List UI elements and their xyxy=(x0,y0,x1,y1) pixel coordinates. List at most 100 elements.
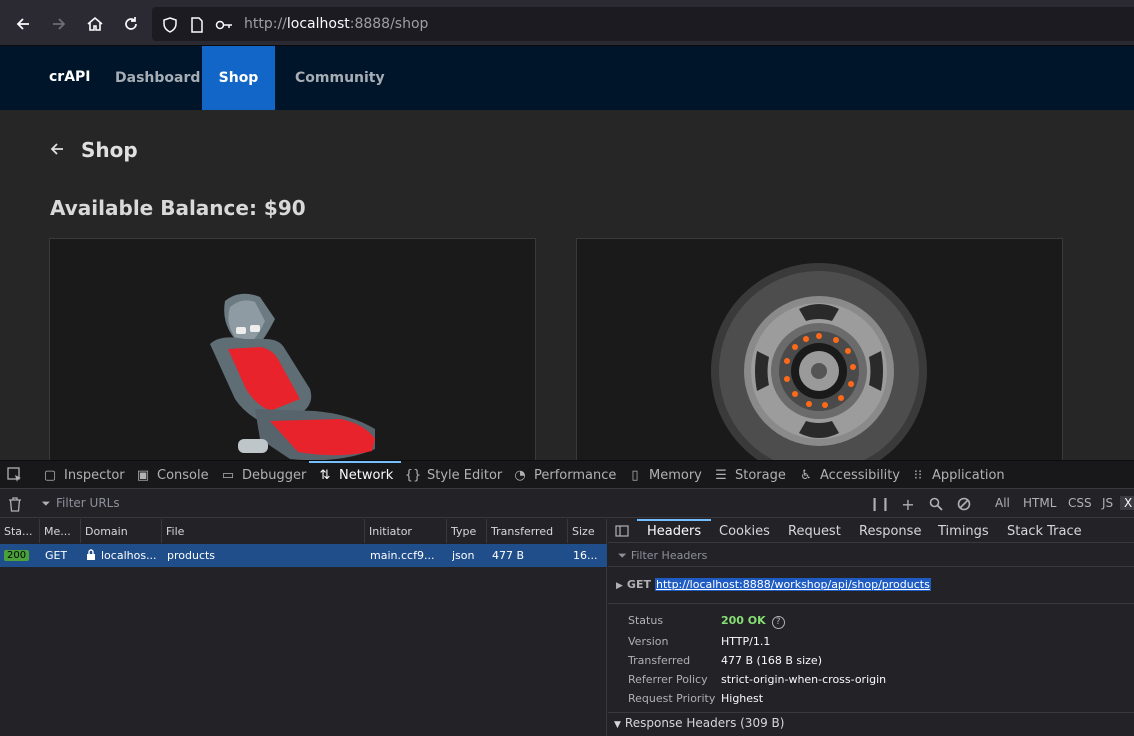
forward-icon[interactable] xyxy=(46,11,72,37)
tab-headers[interactable]: Headers xyxy=(636,519,712,543)
col-method[interactable]: Me... xyxy=(40,519,81,543)
cell-domain: localhos... xyxy=(86,544,160,567)
tab-stack-trace[interactable]: Stack Trace xyxy=(1007,519,1082,543)
nav-community[interactable]: Community xyxy=(283,46,397,110)
nav-dashboard[interactable]: Dashboard xyxy=(103,46,212,110)
col-initiator[interactable]: Initiator xyxy=(365,519,447,543)
tab-request[interactable]: Request xyxy=(788,519,841,543)
toggle-sidebar-icon[interactable] xyxy=(614,523,630,539)
version-value: HTTP/1.1 xyxy=(721,635,771,648)
page-icon xyxy=(188,16,206,34)
performance-icon: ◔ xyxy=(514,467,526,483)
product-card-seat[interactable] xyxy=(49,238,536,460)
tab-network[interactable]: ⇅ Network xyxy=(308,461,402,489)
tab-label: Inspector xyxy=(64,467,125,483)
url-text: http://localhost:8888/shop xyxy=(244,16,428,32)
referrer-policy-value: strict-origin-when-cross-origin xyxy=(721,673,887,686)
cell-transferred: 477 B xyxy=(492,549,525,562)
type-filter-html[interactable]: HTML xyxy=(1023,496,1056,510)
collapse-triangle-icon: ▼ xyxy=(614,720,621,730)
filter-icon: ⏷ xyxy=(618,549,627,562)
tab-timings[interactable]: Timings xyxy=(938,519,989,543)
col-status[interactable]: Sta... xyxy=(0,519,40,543)
col-transferred[interactable]: Transferred xyxy=(487,519,568,543)
help-icon[interactable]: ? xyxy=(771,616,785,629)
filter-headers-placeholder: Filter Headers xyxy=(630,549,708,562)
network-icon: ⇅ xyxy=(319,467,331,483)
type-filter-css[interactable]: CSS xyxy=(1068,496,1092,510)
devtools-tabbar: ▢ Inspector ▣ Console ▭ Debugger ⇅ Network {… xyxy=(0,461,1134,489)
divider xyxy=(608,603,1134,604)
home-icon[interactable] xyxy=(82,11,108,37)
type-filter-js[interactable]: JS xyxy=(1102,496,1113,510)
filter-icon: ⏷ xyxy=(41,497,51,510)
back-arrow-icon[interactable] xyxy=(48,140,66,158)
tab-response[interactable]: Response xyxy=(859,519,921,543)
cell-type: json xyxy=(452,549,475,562)
expand-triangle-icon: ▶ xyxy=(616,581,623,591)
tab-label: Network xyxy=(339,467,394,483)
request-table: Sta... Me... Domain File Initiator Type … xyxy=(0,519,607,736)
tab-cookies[interactable]: Cookies xyxy=(719,519,770,543)
key-icon[interactable] xyxy=(215,16,233,34)
tab-performance[interactable]: ◔ Performance xyxy=(512,461,616,489)
table-row[interactable]: 200 GET localhos... products main.ccf9..… xyxy=(0,544,607,567)
seat-image xyxy=(210,293,375,460)
product-card-wheel[interactable] xyxy=(576,238,1063,460)
tab-label: Storage xyxy=(735,467,786,483)
console-icon: ▣ xyxy=(136,467,150,483)
browser-toolbar: http://localhost:8888/shop xyxy=(0,0,1134,46)
add-icon[interactable]: + xyxy=(900,495,916,514)
tab-application[interactable]: ⁝⁝ Application xyxy=(910,461,1005,489)
tab-storage[interactable]: ☰ Storage xyxy=(713,461,786,489)
col-type[interactable]: Type xyxy=(447,519,487,543)
shop-page: Shop Available Balance: $90 xyxy=(0,110,1134,460)
tab-memory[interactable]: ▯ Memory xyxy=(627,461,702,489)
trash-icon[interactable] xyxy=(7,496,23,512)
brand-logo[interactable]: crAPI xyxy=(49,69,91,85)
block-icon[interactable] xyxy=(956,496,972,512)
filter-urls-input[interactable]: Filter URLs xyxy=(56,496,120,510)
type-filter-xhr[interactable]: X xyxy=(1120,496,1134,510)
url-bar[interactable]: http://localhost:8888/shop xyxy=(152,7,1134,41)
screen: http://localhost:8888/shop crAPI Dashboa… xyxy=(0,0,1134,736)
cell-size: 16... xyxy=(573,549,598,562)
tab-label: Memory xyxy=(649,467,702,483)
pause-icon[interactable]: ❙❙ xyxy=(869,496,891,512)
tab-label: Performance xyxy=(534,467,617,483)
tab-debugger[interactable]: ▭ Debugger xyxy=(220,461,307,489)
col-file[interactable]: File xyxy=(162,519,365,543)
request-method: GET xyxy=(626,578,651,591)
status-value: 200 OK? xyxy=(721,614,785,629)
available-balance: Available Balance: $90 xyxy=(50,196,306,220)
tab-style-editor[interactable]: {} Style Editor xyxy=(405,461,503,489)
cell-initiator[interactable]: main.ccf9... xyxy=(370,544,434,567)
referrer-policy-label: Referrer Policy xyxy=(628,673,708,686)
wheel-image xyxy=(711,263,927,460)
col-domain[interactable]: Domain xyxy=(81,519,162,543)
tab-label: Application xyxy=(932,467,1005,483)
tab-inspector[interactable]: ▢ Inspector xyxy=(42,461,125,489)
pick-element-icon[interactable] xyxy=(7,467,23,483)
response-headers-toggle[interactable]: ▼ Response Headers (309 B) xyxy=(614,716,784,730)
transferred-label: Transferred xyxy=(628,654,691,667)
accessibility-icon: ♿ xyxy=(800,467,812,483)
back-icon[interactable] xyxy=(10,11,36,37)
nav-shop[interactable]: Shop xyxy=(202,46,275,110)
col-size[interactable]: Size xyxy=(568,519,607,543)
filter-headers-input[interactable]: ⏷ Filter Headers xyxy=(618,549,707,563)
request-line[interactable]: ▶ GET http://localhost:8888/workshop/api/s… xyxy=(616,578,931,591)
status-text: 200 OK xyxy=(721,614,766,627)
balance-value: $90 xyxy=(263,196,306,220)
type-filter-all[interactable]: All xyxy=(995,496,1010,510)
tab-label: Accessibility xyxy=(820,467,900,483)
tab-accessibility[interactable]: ♿ Accessibility xyxy=(798,461,900,489)
request-url[interactable]: http://localhost:8888/workshop/api/shop/… xyxy=(654,578,931,591)
tab-console[interactable]: ▣ Console xyxy=(135,461,209,489)
shield-icon[interactable] xyxy=(161,16,179,34)
search-icon[interactable] xyxy=(928,496,944,512)
version-label: Version xyxy=(628,635,669,648)
cell-method: GET xyxy=(45,549,68,562)
reload-icon[interactable] xyxy=(118,11,144,37)
status-badge: 200 xyxy=(4,550,30,561)
